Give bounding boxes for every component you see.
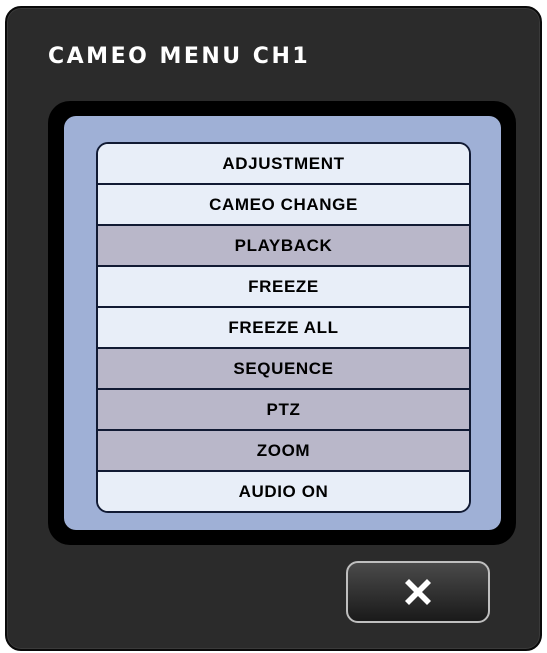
menu-item-freeze-all[interactable]: FREEZE ALL [98, 308, 469, 349]
close-icon [405, 579, 431, 605]
dialog-title: CAMEO MENU CH1 [48, 44, 311, 69]
menu-list: ADJUSTMENT CAMEO CHANGE PLAYBACK FREEZE … [96, 142, 471, 513]
menu-item-cameo-change[interactable]: CAMEO CHANGE [98, 185, 469, 226]
menu-item-freeze[interactable]: FREEZE [98, 267, 469, 308]
close-button[interactable] [346, 561, 490, 623]
menu-item-adjustment[interactable]: ADJUSTMENT [98, 144, 469, 185]
menu-item-audio-on[interactable]: AUDIO ON [98, 472, 469, 511]
menu-item-playback[interactable]: PLAYBACK [98, 226, 469, 267]
menu-item-ptz[interactable]: PTZ [98, 390, 469, 431]
menu-item-zoom[interactable]: ZOOM [98, 431, 469, 472]
menu-item-sequence[interactable]: SEQUENCE [98, 349, 469, 390]
